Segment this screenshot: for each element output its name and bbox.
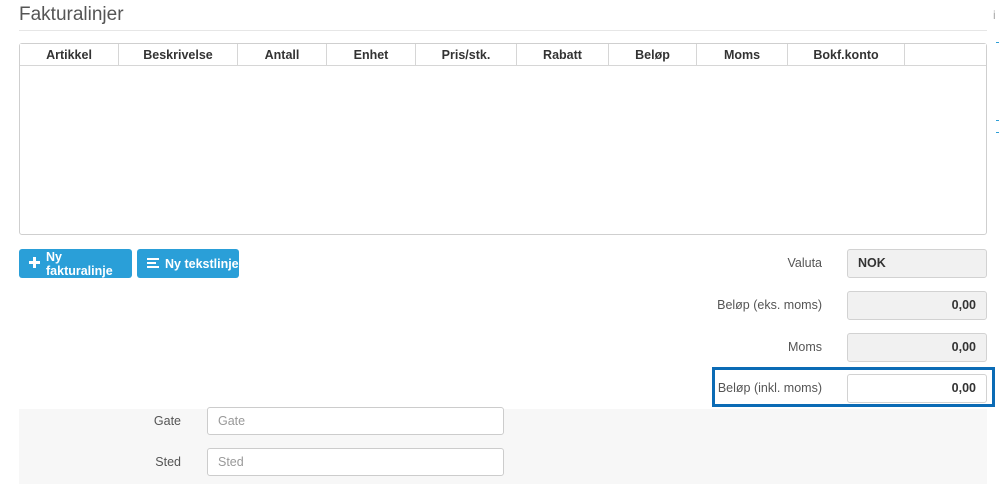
column-header-beskrivelse[interactable]: Beskrivelse [119, 44, 238, 65]
plus-icon [29, 256, 40, 271]
column-header-pris[interactable]: Pris/stk. [416, 44, 517, 65]
new-text-line-button[interactable]: Ny tekstlinje [137, 249, 239, 278]
column-header-bokf-konto[interactable]: Bokf.konto [788, 44, 905, 65]
amount-ex-vat-label: Beløp (eks. moms) [717, 298, 822, 312]
city-input[interactable]: Sted [207, 448, 504, 476]
address-panel: Gate Gate Sted Sted [19, 407, 987, 484]
street-label: Gate [153, 414, 181, 428]
currency-field: NOK [847, 249, 987, 278]
vat-field: 0,00 [847, 333, 987, 362]
city-label: Sted [155, 455, 181, 469]
column-header-rabatt[interactable]: Rabatt [517, 44, 609, 65]
invoice-lines-table[interactable]: Artikkel Beskrivelse Antall Enhet Pris/s… [19, 43, 987, 235]
vat-label: Moms [787, 340, 822, 354]
text-lines-icon [147, 257, 159, 271]
column-header-artikkel[interactable]: Artikkel [20, 44, 119, 65]
amount-ex-vat-field: 0,00 [847, 291, 987, 320]
table-header: Artikkel Beskrivelse Antall Enhet Pris/s… [20, 44, 986, 66]
currency-label: Valuta [787, 256, 822, 270]
column-header-belop[interactable]: Beløp [609, 44, 697, 65]
title-divider [19, 30, 987, 31]
column-header-moms[interactable]: Moms [697, 44, 788, 65]
new-text-line-label: Ny tekstlinje [165, 256, 239, 271]
new-invoice-line-button[interactable]: Ny fakturalinje [19, 249, 132, 278]
new-invoice-line-label: Ny fakturalinje [46, 249, 113, 278]
column-header-enhet[interactable]: Enhet [327, 44, 416, 65]
column-header-actions [905, 44, 986, 65]
total-highlight-box [712, 367, 995, 407]
table-body [20, 66, 986, 234]
edge-marker: i [993, 8, 996, 22]
street-input[interactable]: Gate [207, 407, 504, 435]
section-title: Fakturalinjer [19, 4, 124, 25]
column-header-antall[interactable]: Antall [238, 44, 327, 65]
